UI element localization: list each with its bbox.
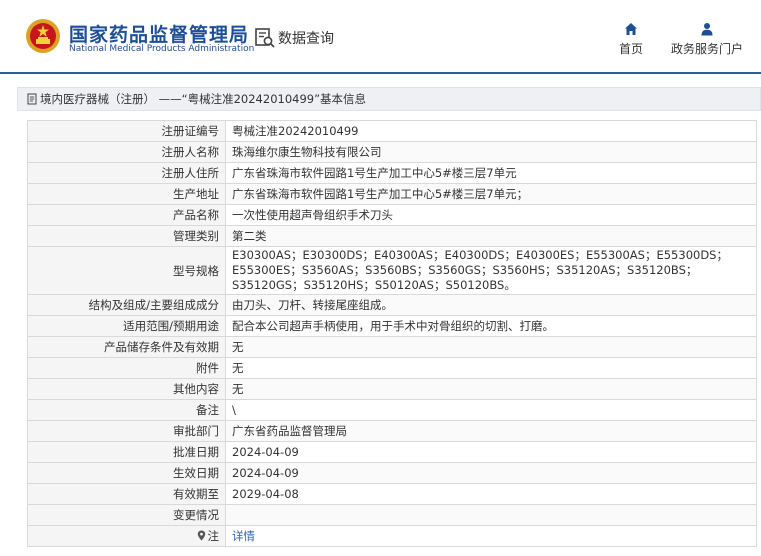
row-label: 其他内容 bbox=[27, 378, 226, 400]
row-label: 生产地址 bbox=[27, 183, 226, 205]
nav-service-portal[interactable]: 政务服务门户 bbox=[668, 22, 746, 57]
location-pin-icon bbox=[197, 530, 205, 541]
row-value: 无 bbox=[225, 336, 757, 358]
table-row: 备注 \ bbox=[27, 399, 757, 421]
table-row: 附件 无 bbox=[27, 357, 757, 379]
row-value: 一次性使用超声骨组织手术刀头 bbox=[225, 204, 757, 226]
national-emblem-icon bbox=[26, 19, 60, 53]
detail-table: 注册证编号 粤械注准20242010499 注册人名称 珠海维尔康生物科技有限公… bbox=[27, 120, 757, 547]
row-label: 批准日期 bbox=[27, 441, 226, 463]
nav-portal-label: 政务服务门户 bbox=[670, 42, 743, 56]
row-label: 结构及组成/主要组成成分 bbox=[27, 294, 226, 316]
row-value: E30300AS；E30300DS；E40300AS；E40300DS；E403… bbox=[225, 246, 757, 295]
row-value: 珠海维尔康生物科技有限公司 bbox=[225, 141, 757, 163]
nav-home[interactable]: 首页 bbox=[614, 22, 648, 57]
table-row: 注 详情 bbox=[27, 525, 757, 547]
row-value: 2029-04-08 bbox=[225, 483, 757, 505]
document-icon bbox=[27, 93, 37, 105]
breadcrumb: 境内医疗器械（注册） ——“粤械注准20242010499”基本信息 bbox=[17, 87, 761, 111]
row-value: 广东省珠海市软件园路1号生产加工中心5#楼三层7单元； bbox=[225, 183, 757, 205]
row-label: 产品储存条件及有效期 bbox=[27, 336, 226, 358]
nav-home-label: 首页 bbox=[618, 42, 643, 56]
table-row: 变更情况 bbox=[27, 504, 757, 526]
row-value: 广东省药品监督管理局 bbox=[225, 420, 757, 442]
table-row: 管理类别 第二类 bbox=[27, 225, 757, 247]
site-header: 国家药品监督管理局 National Medical Products Admi… bbox=[0, 0, 761, 72]
header-divider bbox=[0, 72, 761, 74]
table-row: 注册证编号 粤械注准20242010499 bbox=[27, 120, 757, 142]
details-link[interactable]: 详情 bbox=[232, 529, 255, 543]
row-value bbox=[225, 504, 757, 526]
row-value: \ bbox=[225, 399, 757, 421]
row-label: 有效期至 bbox=[27, 483, 226, 505]
table-row: 产品储存条件及有效期 无 bbox=[27, 336, 757, 358]
row-label: 注册人住所 bbox=[27, 162, 226, 184]
table-row: 其他内容 无 bbox=[27, 378, 757, 400]
table-row: 型号规格 E30300AS；E30300DS；E40300AS；E40300DS… bbox=[27, 246, 757, 295]
row-label: 产品名称 bbox=[27, 204, 226, 226]
table-row: 产品名称 一次性使用超声骨组织手术刀头 bbox=[27, 204, 757, 226]
row-value: 广东省珠海市软件园路1号生产加工中心5#楼三层7单元 bbox=[225, 162, 757, 184]
table-row: 生效日期 2024-04-09 bbox=[27, 462, 757, 484]
row-value: 无 bbox=[225, 357, 757, 379]
data-query-icon bbox=[255, 28, 275, 48]
note-label-cell: 注 bbox=[27, 525, 226, 547]
row-label: 审批部门 bbox=[27, 420, 226, 442]
row-label: 生效日期 bbox=[27, 462, 226, 484]
row-label: 附件 bbox=[27, 357, 226, 379]
table-row: 生产地址 广东省珠海市软件园路1号生产加工中心5#楼三层7单元； bbox=[27, 183, 757, 205]
row-label: 变更情况 bbox=[27, 504, 226, 526]
data-query-link[interactable]: 数据查询 bbox=[254, 27, 334, 49]
row-value: 2024-04-09 bbox=[225, 462, 757, 484]
row-value: 无 bbox=[225, 378, 757, 400]
row-label: 管理类别 bbox=[27, 225, 226, 247]
row-label: 型号规格 bbox=[27, 246, 226, 295]
table-row: 适用范围/预期用途 配合本公司超声手柄使用，用于手术中对骨组织的切割、打磨。 bbox=[27, 315, 757, 337]
table-row: 注册人名称 珠海维尔康生物科技有限公司 bbox=[27, 141, 757, 163]
table-row: 有效期至 2029-04-08 bbox=[27, 483, 757, 505]
row-value: 2024-04-09 bbox=[225, 441, 757, 463]
table-row: 结构及组成/主要组成成分 由刀头、刀杆、转接尾座组成。 bbox=[27, 294, 757, 316]
table-row: 批准日期 2024-04-09 bbox=[27, 441, 757, 463]
row-label: 备注 bbox=[27, 399, 226, 421]
row-label: 注 bbox=[207, 528, 220, 543]
data-query-label: 数据查询 bbox=[278, 31, 334, 47]
site-subtitle: National Medical Products Administration bbox=[69, 44, 255, 54]
row-value: 由刀头、刀杆、转接尾座组成。 bbox=[225, 294, 757, 316]
site-title: 国家药品监督管理局 bbox=[69, 24, 250, 46]
home-icon bbox=[625, 23, 637, 35]
breadcrumb-text: 境内医疗器械（注册） ——“粤械注准20242010499”基本信息 bbox=[40, 92, 367, 106]
user-icon bbox=[701, 23, 713, 36]
row-label: 适用范围/预期用途 bbox=[27, 315, 226, 337]
row-label: 注册证编号 bbox=[27, 120, 226, 142]
row-value: 配合本公司超声手柄使用，用于手术中对骨组织的切割、打磨。 bbox=[225, 315, 757, 337]
row-label: 注册人名称 bbox=[27, 141, 226, 163]
row-value: 第二类 bbox=[225, 225, 757, 247]
row-value: 详情 bbox=[225, 525, 757, 547]
table-row: 注册人住所 广东省珠海市软件园路1号生产加工中心5#楼三层7单元 bbox=[27, 162, 757, 184]
row-value: 粤械注准20242010499 bbox=[225, 120, 757, 142]
table-row: 审批部门 广东省药品监督管理局 bbox=[27, 420, 757, 442]
